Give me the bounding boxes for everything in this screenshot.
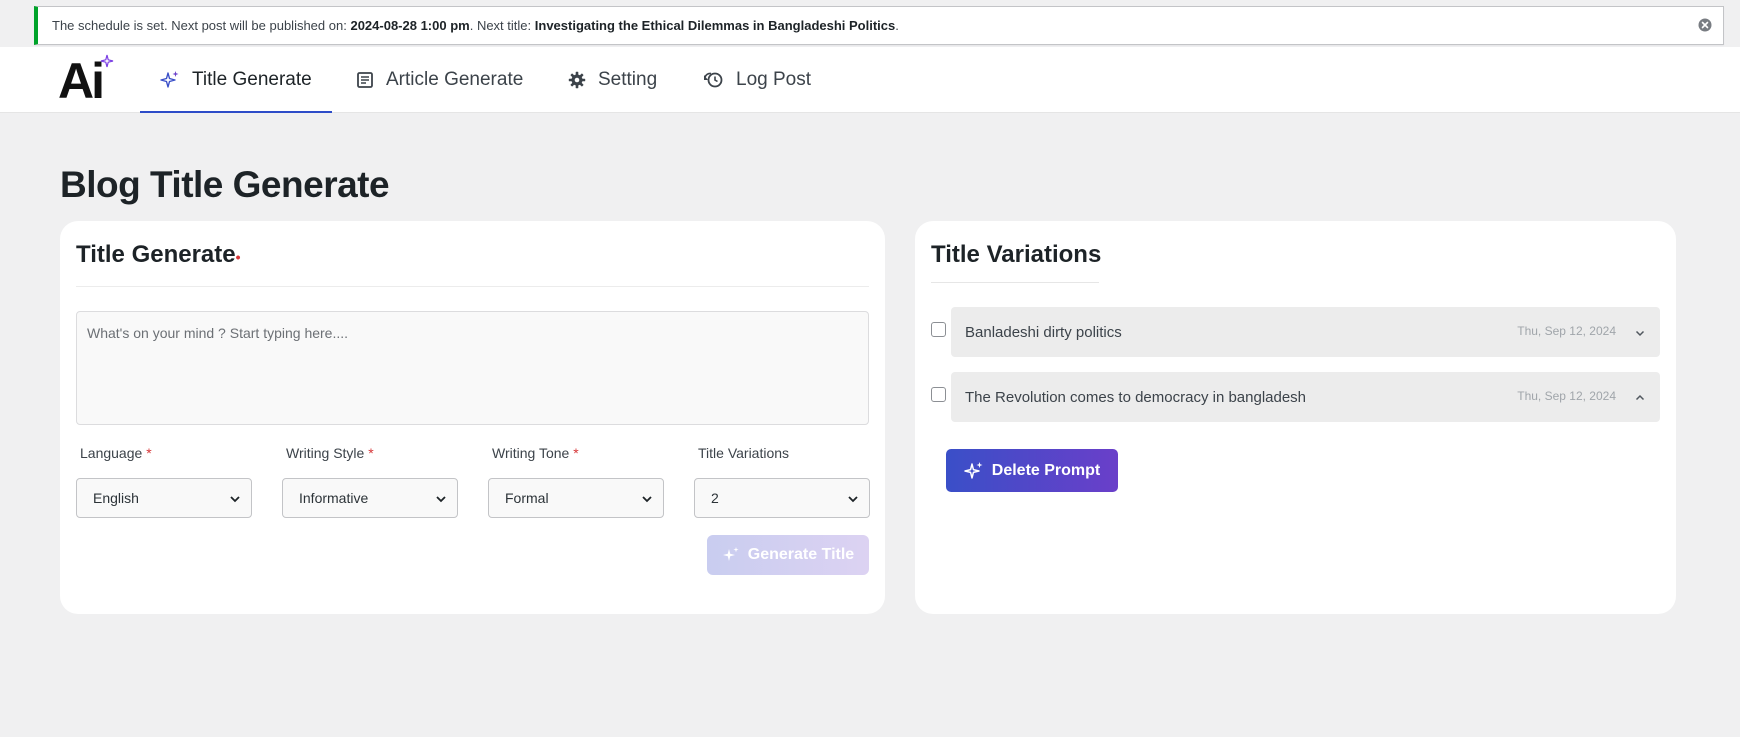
- variation-date: Thu, Sep 12, 2024: [1517, 324, 1616, 338]
- tab-setting[interactable]: Setting: [568, 47, 657, 113]
- tab-label: Title Generate: [192, 69, 312, 90]
- gear-icon: [568, 71, 586, 89]
- generate-title-label: Generate Title: [747, 546, 855, 563]
- notice-suffix: .: [895, 18, 899, 33]
- logo-sparkle-icon: [100, 54, 114, 68]
- variation-checkbox[interactable]: [931, 322, 946, 337]
- divider: [76, 286, 869, 287]
- card-title: Title Generate•: [76, 241, 241, 269]
- dismiss-icon[interactable]: [1697, 17, 1713, 33]
- chevron-down-icon: [847, 492, 859, 508]
- writing-style-select[interactable]: Informative: [282, 478, 458, 518]
- tab-label: Article Generate: [386, 69, 524, 90]
- chevron-down-icon: [435, 492, 447, 508]
- tab-article-generate[interactable]: Article Generate: [356, 47, 523, 113]
- tab-label: Log Post: [736, 69, 811, 90]
- document-icon: [356, 71, 374, 89]
- title-variations-label: Title Variations: [698, 445, 790, 461]
- title-variations-card: Title Variations Banladeshi dirty politi…: [915, 221, 1676, 614]
- delete-prompt-label: Delete Prompt: [991, 461, 1101, 479]
- writing-tone-select[interactable]: Formal: [488, 478, 664, 518]
- required-mark: •: [235, 249, 241, 265]
- tab-label: Setting: [598, 69, 658, 90]
- card-title: Title Variations: [931, 241, 1102, 268]
- page-title: Blog Title Generate: [60, 164, 390, 205]
- variation-text: Banladeshi dirty politics: [965, 323, 1122, 341]
- variation-text: The Revolution comes to democracy in ban…: [965, 388, 1307, 406]
- card-title-text: Title Generate: [76, 241, 236, 268]
- sparkles-icon: [160, 70, 180, 90]
- variation-date: Thu, Sep 12, 2024: [1517, 389, 1616, 403]
- history-icon: [702, 71, 724, 89]
- chevron-up-icon: [1634, 391, 1646, 408]
- logo-text: Ai: [58, 53, 105, 109]
- writing-style-value: Informative: [299, 490, 369, 506]
- divider: [931, 282, 1099, 283]
- sparkles-icon: [964, 461, 983, 479]
- title-variations-select[interactable]: 2: [694, 478, 870, 518]
- variation-row: Banladeshi dirty politics Thu, Sep 12, 2…: [931, 307, 1660, 357]
- sparkles-icon: [722, 547, 739, 561]
- title-variations-value: 2: [711, 490, 719, 506]
- title-generate-card: Title Generate• Language * English Writi…: [60, 221, 885, 614]
- chevron-down-icon: [229, 492, 241, 508]
- delete-prompt-button[interactable]: Delete Prompt: [946, 449, 1118, 492]
- writing-tone-value: Formal: [505, 490, 549, 506]
- top-navigation: Ai Title Generate Article Generate Setti…: [0, 47, 1740, 113]
- variation-checkbox[interactable]: [931, 387, 946, 402]
- language-field: Language * English: [76, 445, 252, 518]
- schedule-notice: The schedule is set. Next post will be p…: [34, 6, 1724, 45]
- variation-row: The Revolution comes to democracy in ban…: [931, 372, 1660, 422]
- tab-title-generate[interactable]: Title Generate: [140, 47, 332, 113]
- writing-tone-field: Writing Tone * Formal: [488, 445, 664, 518]
- language-value: English: [93, 490, 139, 506]
- notice-datetime: 2024-08-28 1:00 pm: [350, 18, 470, 33]
- tab-log-post[interactable]: Log Post: [702, 47, 811, 113]
- writing-style-label: Writing Style *: [286, 445, 374, 461]
- writing-tone-label: Writing Tone *: [492, 445, 579, 461]
- app-logo: Ai: [58, 53, 118, 109]
- prompt-textarea[interactable]: [76, 311, 869, 425]
- chevron-down-icon: [1634, 326, 1646, 343]
- language-label: Language *: [80, 445, 152, 461]
- notice-mid: . Next title:: [469, 18, 532, 33]
- writing-style-field: Writing Style * Informative: [282, 445, 458, 518]
- title-variations-field: Title Variations 2: [694, 445, 870, 518]
- chevron-down-icon: [641, 492, 653, 508]
- language-select[interactable]: English: [76, 478, 252, 518]
- notice-title: Investigating the Ethical Dilemmas in Ba…: [534, 18, 896, 33]
- variation-accordion[interactable]: The Revolution comes to democracy in ban…: [951, 372, 1660, 422]
- notice-prefix: The schedule is set. Next post will be p…: [52, 18, 347, 33]
- variation-accordion[interactable]: Banladeshi dirty politics Thu, Sep 12, 2…: [951, 307, 1660, 357]
- generate-title-button[interactable]: Generate Title: [707, 535, 869, 575]
